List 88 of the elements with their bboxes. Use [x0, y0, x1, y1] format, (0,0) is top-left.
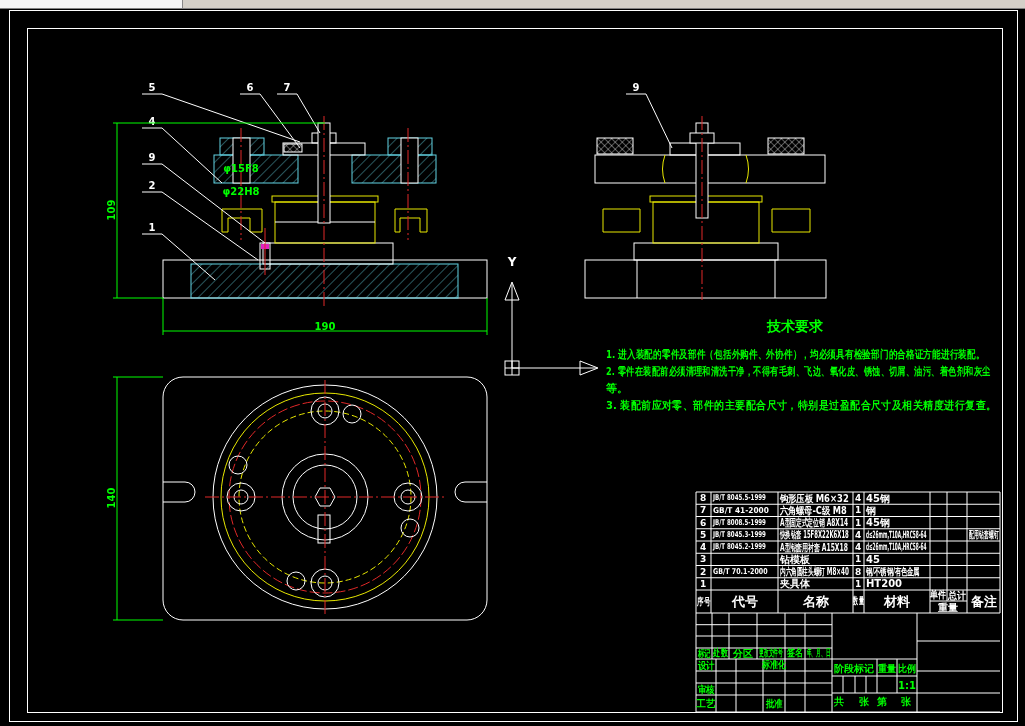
title-block-label: 工艺 — [696, 697, 716, 709]
table-cell: 7 — [699, 505, 707, 516]
column-header: 重量 — [938, 601, 958, 613]
column-header: 总计 — [947, 589, 967, 601]
table-cell: 8 — [854, 566, 862, 577]
column-header: 备注 — [970, 593, 997, 609]
table-cell: 6 — [699, 517, 707, 528]
part-number-label: 9 — [632, 81, 640, 93]
table-cell: 45 — [866, 553, 880, 565]
table-cell: 4 — [854, 529, 862, 540]
table-cell: 六角螺母-C级 M8 — [780, 504, 847, 517]
table-cell: 钻模板 — [780, 553, 810, 565]
requirements-title: 技术要求 — [767, 318, 823, 334]
leader-line — [625, 93, 673, 149]
table-cell: 配用钻套螺钉 — [969, 529, 999, 541]
table-cell: JB/T 8045.3-1999 — [713, 530, 766, 540]
table-cell: 快换钻套 15F8X22K6X18 — [780, 529, 849, 541]
requirement-text: 2. 零件在装配前必须清理和清洗干净，不得有毛刺、飞边、氧化皮、锈蚀、切屑、油污、着色剂和灰尘 — [606, 364, 991, 378]
dimension-text: 140 — [105, 487, 117, 509]
table-cell: 2 — [699, 566, 707, 577]
requirement-text: 等。 — [606, 381, 628, 395]
table-cell: GB/T 70.1-2000 — [713, 566, 768, 577]
table-cell: 4 — [854, 542, 862, 553]
requirement-text: 1. 进入装配的零件及部件（包括外购件、外协件），均必须具有检验部门的合格证方能进行装配。 — [606, 347, 985, 361]
table-cell: 45钢 — [866, 517, 890, 529]
table-cell: 3 — [699, 554, 707, 565]
title-block-label: 标准化 — [762, 659, 786, 671]
table-cell: 5 — [699, 529, 707, 540]
part-number-label: 7 — [283, 81, 291, 93]
table-cell: 夹具体 — [780, 578, 810, 590]
title-block-label: 共 — [834, 695, 844, 707]
table-cell: 8 — [699, 493, 707, 504]
table-cell: 45钢 — [866, 492, 890, 504]
table-cell: 钢/不锈钢/有色金属 — [866, 565, 920, 578]
scale-value: 1:1 — [898, 679, 916, 691]
part-number-label: 6 — [246, 81, 254, 93]
dimension-text: φ15F8 — [223, 162, 259, 174]
column-header: 序号 — [697, 595, 710, 607]
title-block-label: 比例 — [897, 662, 917, 674]
column-header: 材料 — [884, 593, 910, 609]
title-block-label: 标记 — [697, 647, 711, 659]
table-cell: 钢 — [866, 504, 876, 516]
column-header: 数量 — [853, 595, 864, 607]
table-cell: d≤26mm,T10A,HRC58-64 — [866, 541, 927, 553]
table-cell: 1 — [854, 554, 862, 565]
table-cell: JB/T 8008.5-1999 — [713, 517, 766, 528]
axis-label: Y — [507, 255, 517, 269]
table-cell: d≤26mm,T10A,HRC58-64 — [866, 529, 927, 541]
table-cell: 钩形压板 M6×32 — [780, 492, 849, 505]
part-number-label: 2 — [148, 179, 156, 191]
title-block-label: 签名 — [787, 647, 803, 659]
title-block-label: 批准 — [765, 697, 783, 709]
table-cell: HT200 — [866, 578, 903, 590]
column-header: 名称 — [802, 593, 829, 609]
ucs-icon — [504, 281, 599, 376]
table-cell: 1 — [854, 578, 862, 589]
title-block-label: 重量 — [877, 662, 897, 674]
dimension-text: 109 — [105, 199, 117, 221]
table-cell: A型钻套用衬套 A15X18 — [780, 541, 848, 554]
part-number-label: 5 — [148, 81, 156, 93]
table-cell: JB/T 8045.5-1999 — [713, 493, 766, 503]
part-number-label: 4 — [148, 115, 156, 127]
requirement-text: 3. 装配前应对零、部件的主要配合尺寸，特别是过盈配合尺寸及相关精度进行复查。 — [606, 398, 997, 412]
title-block-label: 分区 — [733, 647, 753, 659]
table-cell: GB/T 41-2000 — [713, 505, 769, 516]
title-block-label: 更改文件号 — [758, 647, 784, 659]
table-cell: 1 — [854, 517, 862, 528]
title-block-label: 年、月、日 — [806, 647, 831, 659]
table-cell: 4 — [854, 493, 862, 504]
title-block-label: 阶段标记 — [834, 662, 874, 674]
title-block-label: 处数 — [713, 647, 728, 659]
dimension-text: φ22H8 — [222, 185, 260, 197]
part-number-label: 9 — [148, 151, 156, 163]
table-cell: 1 — [854, 505, 862, 516]
table-cell: 内六角圆柱头螺钉 M8×40 — [780, 565, 849, 578]
table-cell: A型固定式定位销 A8X14 — [780, 516, 849, 529]
table-cell: 1 — [699, 578, 707, 589]
table-cell: JB/T 8045.2-1999 — [713, 542, 766, 552]
title-block-label: 设计 — [697, 659, 715, 671]
dimension-text: 190 — [314, 320, 336, 332]
title-block-label: 第 — [877, 695, 887, 707]
title-block-label: 张 — [859, 695, 869, 707]
column-header: 代号 — [731, 593, 758, 609]
title-block-label: 张 — [901, 695, 911, 707]
column-header: 单件 — [930, 589, 946, 601]
table-cell: 4 — [699, 542, 707, 553]
part-number-label: 1 — [148, 221, 156, 233]
title-block-label: 审核 — [697, 683, 715, 695]
